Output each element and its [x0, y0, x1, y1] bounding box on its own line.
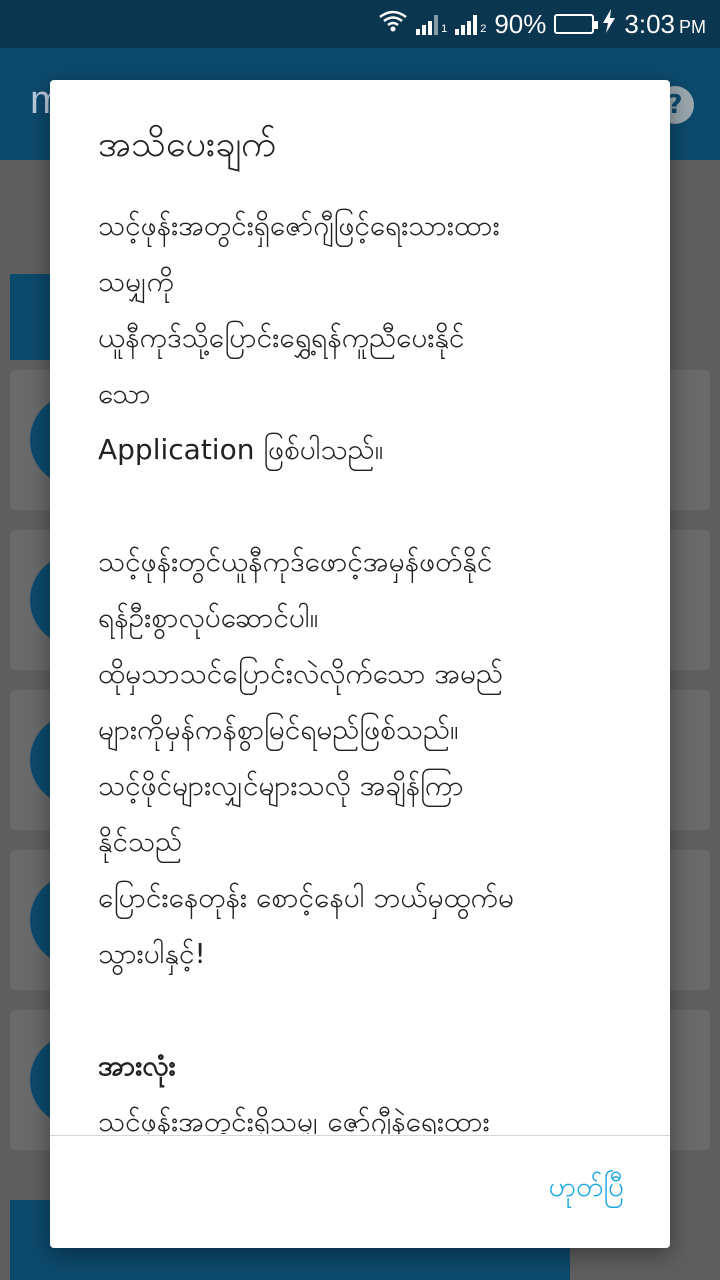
dialog-section-heading: အားလုံး	[98, 1049, 176, 1082]
battery-icon	[554, 14, 599, 34]
clock-time: 3:03	[624, 8, 675, 39]
signal-sim2-icon: 2	[455, 13, 486, 35]
signal-sim1-icon: 1	[416, 13, 447, 35]
battery-percent: 90%	[494, 8, 547, 39]
dialog-body[interactable]: သင့်ဖုန်းအတွင်းရှိဇော်ဂျီဖြင့်ရေးသားထား …	[98, 198, 638, 1134]
dialog-divider	[50, 1135, 670, 1136]
dialog-paragraph-all: သင့်ဖုန်းအတွင်းရှိသမျှ ဇော်ဂျီနဲ့ရေးထား	[98, 1105, 490, 1134]
dialog-paragraph-intro: သင့်ဖုန်းအတွင်းရှိဇော်ဂျီဖြင့်ရေးသားထား …	[98, 209, 500, 466]
status-bar: 1 2 90% 3:03 PM	[0, 0, 720, 48]
charging-icon	[602, 8, 616, 40]
dialog-title: အသိပေးချက်	[98, 124, 277, 165]
dialog-paragraph-instructions: သင့်ဖုန်းတွင်ယူနီကုဒ်ဖောင့်အမှန်ဖတ်နိုင်…	[98, 545, 515, 970]
clock-ampm: PM	[679, 16, 706, 37]
notice-dialog: အသိပေးချက် သင့်ဖုန်းအတွင်းရှိဇော်ဂျီဖြင့…	[50, 80, 670, 1248]
wifi-icon	[378, 9, 408, 40]
ok-button[interactable]: ဟုတ်ပြီ	[549, 1168, 624, 1210]
